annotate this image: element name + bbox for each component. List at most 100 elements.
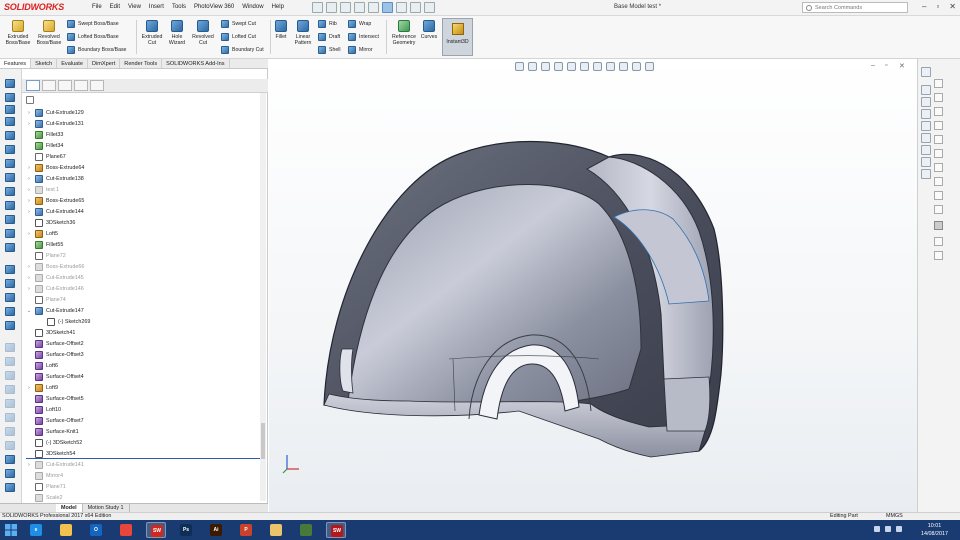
expand-arrow-icon[interactable]: ›	[26, 110, 32, 116]
feature-tree-item[interactable]: Surface-Offset4	[26, 371, 260, 382]
feature-tree-item[interactable]: Scale2	[26, 492, 260, 503]
feature-tree-item[interactable]: Loft10	[26, 404, 260, 415]
file-explorer-icon[interactable]	[921, 109, 931, 119]
feature-tree-item[interactable]: 3DSketch36	[26, 217, 260, 228]
tool-icon[interactable]	[5, 187, 15, 196]
tab-dimxpert[interactable]: DimXpert	[88, 59, 121, 68]
tool-icon[interactable]	[5, 399, 15, 408]
design-library-icon[interactable]	[921, 97, 931, 107]
task-icon[interactable]	[934, 177, 943, 186]
tool-icon[interactable]	[5, 173, 15, 182]
feature-tree-item[interactable]: › Cut-Extrude141	[26, 459, 260, 470]
taskbar-solidworks[interactable]: SW	[146, 522, 166, 538]
hole-wizard-button[interactable]: Hole Wizard	[166, 20, 188, 46]
feature-tree-item[interactable]: Fillet55	[26, 239, 260, 250]
active-task-icon[interactable]	[934, 221, 943, 230]
feature-tree-item[interactable]: 3DSketch54	[26, 448, 260, 459]
menu-help[interactable]: Help	[272, 4, 284, 10]
feature-tree-item[interactable]: ⌄ Cut-Extrude147	[26, 305, 260, 316]
task-icon[interactable]	[934, 149, 943, 158]
home-icon[interactable]	[921, 85, 931, 95]
revolved-cut-button[interactable]: Revolved Cut	[190, 20, 216, 46]
tool-icon[interactable]	[5, 413, 15, 422]
tab-sketch[interactable]: Sketch	[31, 59, 58, 68]
tab-render-tools[interactable]: Render Tools	[120, 59, 163, 68]
menu-tools[interactable]: Tools	[172, 4, 186, 10]
reference-geometry-button[interactable]: Reference Geometry	[389, 20, 419, 46]
feature-tree-item[interactable]: › test 1	[26, 184, 260, 195]
tool-icon[interactable]	[5, 441, 15, 450]
revolved-boss-button[interactable]: Revolved Boss/Base	[35, 20, 63, 46]
feature-tree-item[interactable]: › Cut-Extrude146	[26, 283, 260, 294]
feature-tree-item[interactable]: Surface-Offset2	[26, 338, 260, 349]
open-icon[interactable]	[326, 2, 337, 13]
expand-arrow-icon[interactable]: ›	[26, 264, 32, 270]
boundary-boss-button[interactable]: Boundary Boss/Base	[67, 46, 126, 54]
feature-tree-item[interactable]: Surface-Offset7	[26, 415, 260, 426]
expand-arrow-icon[interactable]: ›	[26, 286, 32, 292]
wrap-button[interactable]: Wrap	[348, 20, 371, 28]
expand-arrow-icon[interactable]: ›	[26, 198, 32, 204]
tool-icon[interactable]	[5, 117, 15, 126]
taskbar-explorer[interactable]	[56, 522, 76, 538]
tool-icon[interactable]	[5, 145, 15, 154]
feature-tree-item[interactable]: › Boss-Extrude66	[26, 261, 260, 272]
task-icon[interactable]	[934, 191, 943, 200]
tool-icon[interactable]	[5, 105, 15, 114]
expand-arrow-icon[interactable]: ›	[26, 121, 32, 127]
feature-tree-item[interactable]: Fillet34	[26, 140, 260, 151]
feature-tree-item[interactable]: › Cut-Extrude138	[26, 173, 260, 184]
units-selector[interactable]: MMGS	[886, 513, 903, 520]
lofted-boss-button[interactable]: Lofted Boss/Base	[67, 33, 119, 41]
tool-icon[interactable]	[5, 483, 15, 492]
tool-icon[interactable]	[5, 279, 15, 288]
tool-icon[interactable]	[5, 229, 15, 238]
maximize-icon[interactable]: ▫	[936, 2, 939, 11]
extruded-boss-button[interactable]: Extruded Boss/Base	[4, 20, 32, 46]
expand-arrow-icon[interactable]: ›	[26, 275, 32, 281]
tool-icon[interactable]	[5, 321, 15, 330]
feature-tree-item[interactable]: Loft6	[26, 360, 260, 371]
view-palette-icon[interactable]	[921, 121, 931, 131]
feature-tree-item[interactable]: Plane74	[26, 294, 260, 305]
undo-icon[interactable]	[368, 2, 379, 13]
configuration-tab-icon[interactable]	[58, 80, 72, 91]
expand-arrow-icon[interactable]: ›	[26, 176, 32, 182]
select-icon[interactable]	[382, 2, 393, 13]
feature-tree-item[interactable]: 3DSketch41	[26, 327, 260, 338]
tool-icon[interactable]	[5, 455, 15, 464]
feature-tree-item[interactable]: › Loft9	[26, 382, 260, 393]
feature-tree-item[interactable]: (-) Sketch269	[26, 316, 260, 327]
task-icon[interactable]	[934, 205, 943, 214]
feature-tree-item[interactable]: › Cut-Extrude131	[26, 118, 260, 129]
rib-button[interactable]: Rib	[318, 20, 337, 28]
task-icon[interactable]	[934, 251, 943, 260]
feature-tree-tab-icon[interactable]	[26, 80, 40, 91]
feature-tree-item[interactable]: Plane72	[26, 250, 260, 261]
task-icon[interactable]	[934, 121, 943, 130]
taskbar-ie[interactable]: e	[26, 522, 46, 538]
taskbar-photoshop[interactable]: Ps	[176, 522, 196, 538]
clock[interactable]: 10:01 14/08/2017	[921, 522, 948, 538]
feature-tree-item[interactable]: Plane67	[26, 151, 260, 162]
tool-icon[interactable]	[5, 201, 15, 210]
menu-view[interactable]: View	[128, 4, 141, 10]
feature-tree-item[interactable]: (-) 3DSketch52	[26, 437, 260, 448]
filter-icon[interactable]	[26, 96, 34, 104]
options-icon[interactable]	[424, 2, 435, 13]
taskbar-folder[interactable]	[266, 522, 286, 538]
menu-edit[interactable]: Edit	[110, 4, 120, 10]
feature-tree-item[interactable]: Fillet33	[26, 129, 260, 140]
tool-icon[interactable]	[5, 469, 15, 478]
taskbar-outlook[interactable]: O	[86, 522, 106, 538]
tab-model[interactable]: Model	[56, 504, 83, 512]
expand-arrow-icon[interactable]: ›	[26, 231, 32, 237]
task-icon[interactable]	[934, 93, 943, 102]
extruded-cut-button[interactable]: Extruded Cut	[139, 20, 165, 46]
draft-button[interactable]: Draft	[318, 33, 340, 41]
graphics-area[interactable]: – ▫ ✕	[269, 59, 917, 512]
tool-icon[interactable]	[5, 343, 15, 352]
feature-tree-item[interactable]: Surface-Knit1	[26, 426, 260, 437]
print-icon[interactable]	[354, 2, 365, 13]
tab-motion-study[interactable]: Motion Study 1	[83, 504, 130, 512]
